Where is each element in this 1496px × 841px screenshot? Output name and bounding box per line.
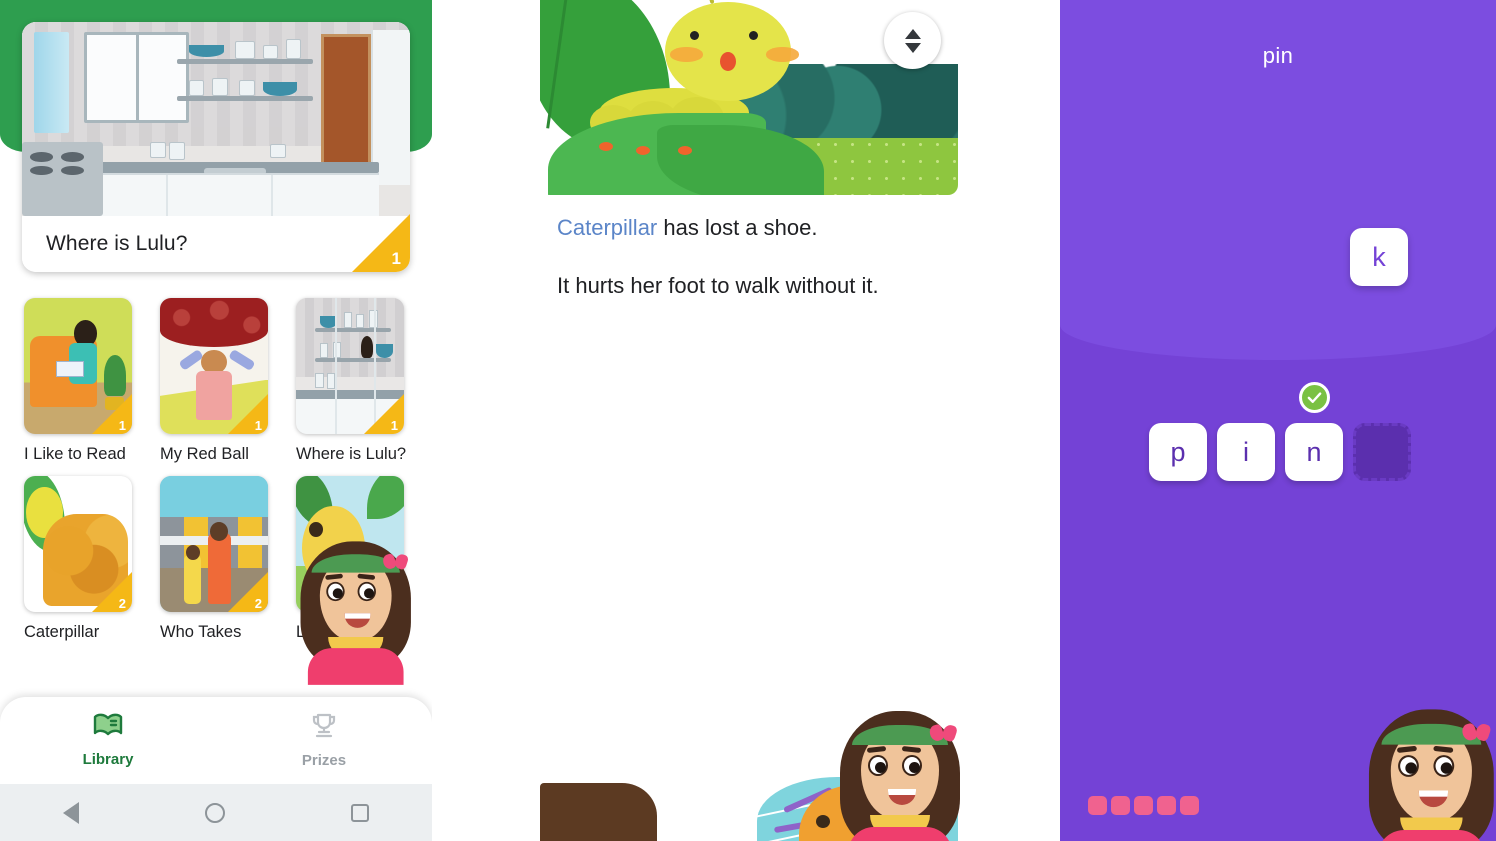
nav-label-library: Library bbox=[82, 751, 134, 768]
bottom-navigation-bar: Library Prizes bbox=[0, 697, 432, 784]
highlighted-word[interactable]: Caterpillar bbox=[557, 215, 657, 240]
answer-slot[interactable]: i bbox=[1217, 423, 1275, 481]
book-level-number: 1 bbox=[390, 418, 398, 433]
featured-book-card[interactable]: Where is Lulu? 1 bbox=[22, 22, 410, 272]
book-level-badge: 1 bbox=[364, 394, 404, 434]
progress-dots bbox=[1088, 796, 1199, 815]
book-title: Caterpillar bbox=[24, 622, 100, 641]
book-level-badge: 1 bbox=[92, 394, 132, 434]
draggable-letter-tile[interactable]: k bbox=[1350, 228, 1408, 286]
book-cover[interactable]: 2 bbox=[24, 475, 132, 612]
green-check-icon bbox=[1299, 382, 1330, 413]
nav-tab-prizes[interactable]: Prizes bbox=[216, 697, 432, 784]
book-item[interactable]: 1 Where is Lulu? bbox=[296, 298, 432, 466]
book-title: Who Takes bbox=[160, 622, 242, 641]
book-level-badge: 2 bbox=[92, 571, 132, 612]
nav-tab-library[interactable]: Library bbox=[0, 697, 216, 784]
book-cover[interactable]: 1 bbox=[160, 298, 268, 434]
chevron-down-icon bbox=[904, 42, 921, 53]
featured-level-badge: 1 bbox=[352, 214, 410, 272]
reader-panel: Caterpillar has lost a shoe. It hurts he… bbox=[532, 0, 964, 841]
progress-dot bbox=[1111, 796, 1130, 815]
featured-book-title: Where is Lulu? bbox=[46, 232, 188, 255]
book-level-number: 2 bbox=[118, 595, 126, 611]
book-cover[interactable]: 1 bbox=[296, 298, 404, 434]
book-title: I Like to Read bbox=[24, 445, 126, 463]
book-cover[interactable]: 1 bbox=[24, 298, 132, 434]
progress-dot bbox=[1088, 796, 1107, 815]
app-screenshot: Where is Lulu? 1 1 I Like to Read 1 My R… bbox=[0, 0, 1496, 841]
book-item[interactable]: 1 I Like to Read bbox=[24, 298, 160, 466]
library-panel: Where is Lulu? 1 1 I Like to Read 1 My R… bbox=[0, 0, 432, 841]
circle-home-icon[interactable] bbox=[205, 802, 225, 823]
progress-dot bbox=[1157, 796, 1176, 815]
book-level-number: 1 bbox=[118, 418, 126, 433]
nav-label-prizes: Prizes bbox=[301, 752, 347, 769]
girl-mascot-avatar bbox=[1363, 701, 1496, 841]
answer-slot-row: p i n bbox=[1149, 423, 1411, 481]
story-line-rest: has lost a shoe. bbox=[657, 215, 818, 240]
book-item[interactable]: 1 My Red Ball bbox=[160, 298, 296, 466]
triangle-back-icon[interactable] bbox=[63, 801, 79, 824]
book-level-badge: 2 bbox=[228, 571, 268, 612]
girl-mascot-avatar bbox=[295, 534, 416, 685]
book-item[interactable]: 2 Caterpillar bbox=[24, 475, 160, 644]
book-level-number: 2 bbox=[254, 595, 262, 611]
android-system-bar bbox=[0, 784, 432, 841]
answer-slot-empty[interactable] bbox=[1353, 423, 1411, 481]
word-game-panel: pin k p i n bbox=[1060, 0, 1496, 841]
target-word-label: pin bbox=[1262, 43, 1294, 68]
book-item[interactable]: 2 Who Takes bbox=[160, 475, 296, 644]
featured-level-number: 1 bbox=[391, 249, 401, 268]
trophy-icon bbox=[310, 712, 338, 745]
featured-book-cover bbox=[22, 22, 410, 216]
book-level-number: 1 bbox=[254, 418, 262, 433]
book-title: My Red Ball bbox=[160, 445, 249, 463]
book-cover[interactable]: 2 bbox=[160, 475, 268, 612]
square-recents-icon[interactable] bbox=[351, 803, 369, 822]
book-level-badge: 1 bbox=[228, 394, 268, 434]
open-book-icon bbox=[93, 713, 123, 744]
progress-dot bbox=[1180, 796, 1199, 815]
answer-slot[interactable]: n bbox=[1285, 423, 1343, 481]
chevron-up-icon bbox=[904, 28, 921, 39]
story-line[interactable]: Caterpillar has lost a shoe. bbox=[557, 212, 947, 244]
scroll-toggle-button[interactable] bbox=[884, 12, 941, 69]
story-line-rest: It hurts her foot to walk without it. bbox=[557, 272, 879, 298]
girl-mascot-avatar bbox=[834, 703, 964, 841]
story-line[interactable]: It hurts her foot to walk without it. bbox=[557, 270, 947, 302]
answer-slot[interactable]: p bbox=[1149, 423, 1207, 481]
progress-dot bbox=[1134, 796, 1153, 815]
story-text-block: Caterpillar has lost a shoe. It hurts he… bbox=[557, 212, 947, 328]
book-title: Where is Lulu? bbox=[296, 445, 407, 463]
